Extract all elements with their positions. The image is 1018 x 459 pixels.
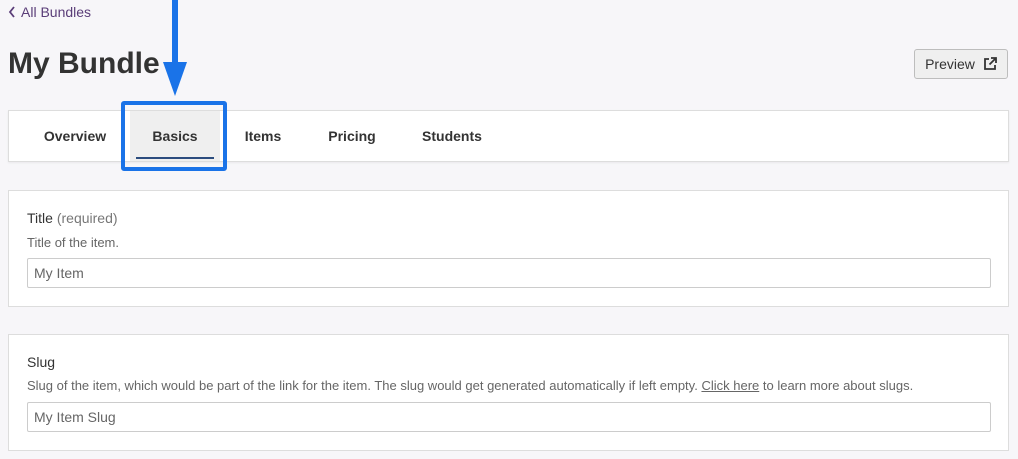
tab-basics[interactable]: Basics bbox=[130, 111, 220, 161]
title-field-card: Title (required) Title of the item. bbox=[8, 190, 1009, 307]
slug-field-card: Slug Slug of the item, which would be pa… bbox=[8, 334, 1009, 451]
tab-pricing[interactable]: Pricing bbox=[311, 111, 393, 161]
title-label-text: Title bbox=[27, 210, 53, 226]
tab-label: Overview bbox=[43, 128, 107, 144]
back-link-all-bundles[interactable]: All Bundles bbox=[8, 4, 91, 20]
slug-input[interactable] bbox=[27, 402, 991, 432]
preview-button-label: Preview bbox=[925, 56, 975, 72]
slug-field-description: Slug of the item, which would be part of… bbox=[27, 378, 913, 393]
tab-label: Pricing bbox=[328, 128, 376, 144]
preview-button[interactable]: Preview bbox=[914, 49, 1008, 79]
slug-description-text: Slug of the item, which would be part of… bbox=[27, 378, 698, 393]
chevron-left-icon bbox=[8, 6, 15, 18]
external-link-icon bbox=[983, 57, 997, 70]
tab-bar: Overview Basics Items Pricing Students bbox=[8, 110, 1009, 162]
tab-overview[interactable]: Overview bbox=[29, 111, 121, 161]
required-note: (required) bbox=[56, 210, 118, 226]
title-input[interactable] bbox=[27, 258, 991, 288]
slug-field-label: Slug bbox=[27, 354, 56, 370]
title-field-description: Title of the item. bbox=[27, 235, 119, 250]
tab-items[interactable]: Items bbox=[229, 111, 297, 161]
slug-description-text-after: to learn more about slugs. bbox=[762, 378, 914, 393]
tab-students[interactable]: Students bbox=[407, 111, 497, 161]
annotation-arrow-down-icon bbox=[163, 0, 187, 96]
title-field-label: Title (required) bbox=[27, 210, 118, 226]
slug-help-link[interactable]: Click here bbox=[701, 378, 759, 393]
page-title: My Bundle bbox=[8, 47, 160, 80]
tab-label: Students bbox=[422, 128, 482, 144]
tab-label: Basics bbox=[152, 128, 198, 144]
tab-label: Items bbox=[244, 128, 282, 144]
back-link-label: All Bundles bbox=[21, 4, 92, 20]
